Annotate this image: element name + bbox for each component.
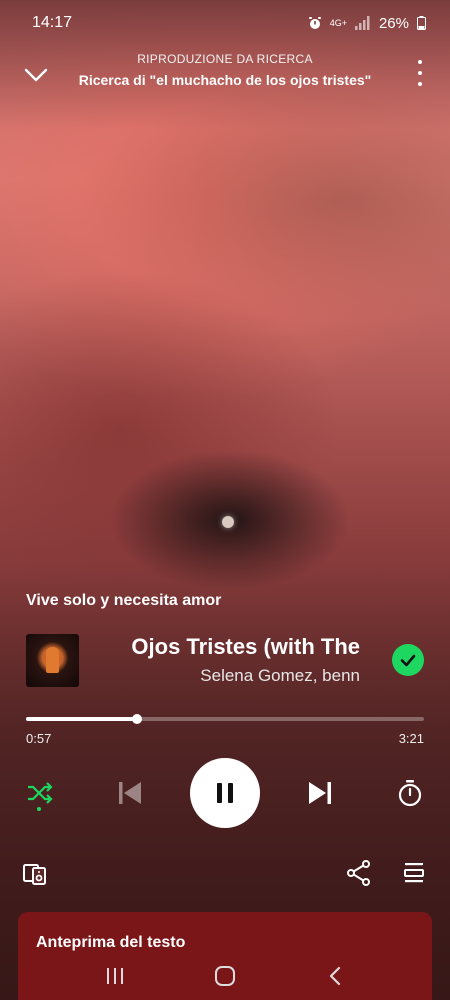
next-button[interactable] <box>302 775 338 811</box>
checkmark-icon <box>400 654 416 667</box>
player-actions <box>0 855 450 889</box>
chevron-down-icon <box>24 68 48 82</box>
track-info[interactable]: Ojos Tristes (with The Selena Gomez, ben… <box>102 634 360 686</box>
player-header: RIPRODUZIONE DA RICERCA Ricerca di "el m… <box>0 50 450 100</box>
progress-thumb[interactable] <box>132 714 143 724</box>
sleep-timer-button[interactable] <box>392 775 428 811</box>
pause-button[interactable] <box>190 758 260 828</box>
connect-device-icon <box>23 864 46 885</box>
previous-icon <box>119 782 141 804</box>
recent-apps-icon <box>107 968 123 984</box>
progress-fill <box>26 717 138 721</box>
shuffle-active-dot <box>37 807 41 811</box>
home-icon <box>215 966 235 986</box>
back-button[interactable] <box>315 956 355 996</box>
shuffle-button[interactable] <box>22 775 58 811</box>
canvas-highlight <box>222 516 234 528</box>
system-navigation-bar <box>0 952 450 1000</box>
home-button[interactable] <box>205 956 245 996</box>
sleep-timer-icon <box>398 780 422 807</box>
recent-apps-button[interactable] <box>95 956 135 996</box>
progress-bar[interactable] <box>26 712 424 726</box>
status-time: 14:17 <box>32 14 73 31</box>
track-title: Ojos Tristes (with The <box>131 634 360 659</box>
next-icon <box>309 782 331 804</box>
alarm-icon <box>308 17 321 29</box>
canvas-caption: Vive solo y necesita amor <box>26 592 222 609</box>
connect-device-button[interactable] <box>22 859 50 887</box>
track-artists: Selena Gomez, benn <box>200 666 360 685</box>
album-cover[interactable] <box>26 634 79 687</box>
status-bar: 14:17 4G+ 26% <box>0 0 450 46</box>
more-options-icon[interactable] <box>412 58 428 88</box>
signal-icon <box>354 16 370 30</box>
lyrics-preview-title: Anteprima del testo <box>36 934 186 951</box>
back-icon <box>329 966 341 986</box>
battery-level: 26% <box>378 14 409 32</box>
elapsed-time: 0:57 <box>26 731 52 746</box>
total-time: 3:21 <box>398 731 424 746</box>
liked-button[interactable] <box>392 644 424 676</box>
status-icons: 4G+ 26% <box>308 15 426 32</box>
playing-from: RIPRODUZIONE DA RICERCA Ricerca di "el m… <box>50 52 400 88</box>
queue-button[interactable] <box>400 859 428 887</box>
previous-button[interactable] <box>112 775 148 811</box>
cover-art-figure <box>46 647 59 673</box>
playing-from-context: RIPRODUZIONE DA RICERCA <box>137 52 313 66</box>
minimize-player-button[interactable] <box>22 62 50 86</box>
playing-from-title[interactable]: Ricerca di "el muchacho de los ojos tris… <box>50 72 400 88</box>
queue-icon <box>404 863 424 883</box>
battery-icon <box>417 16 426 30</box>
share-icon <box>347 860 370 886</box>
network-icon: 4G+ <box>329 17 347 28</box>
share-button[interactable] <box>346 859 372 887</box>
shuffle-icon <box>28 782 53 804</box>
playback-controls <box>0 757 450 829</box>
track-info-row: Ojos Tristes (with The Selena Gomez, ben… <box>26 634 424 688</box>
pause-icon <box>217 783 233 803</box>
